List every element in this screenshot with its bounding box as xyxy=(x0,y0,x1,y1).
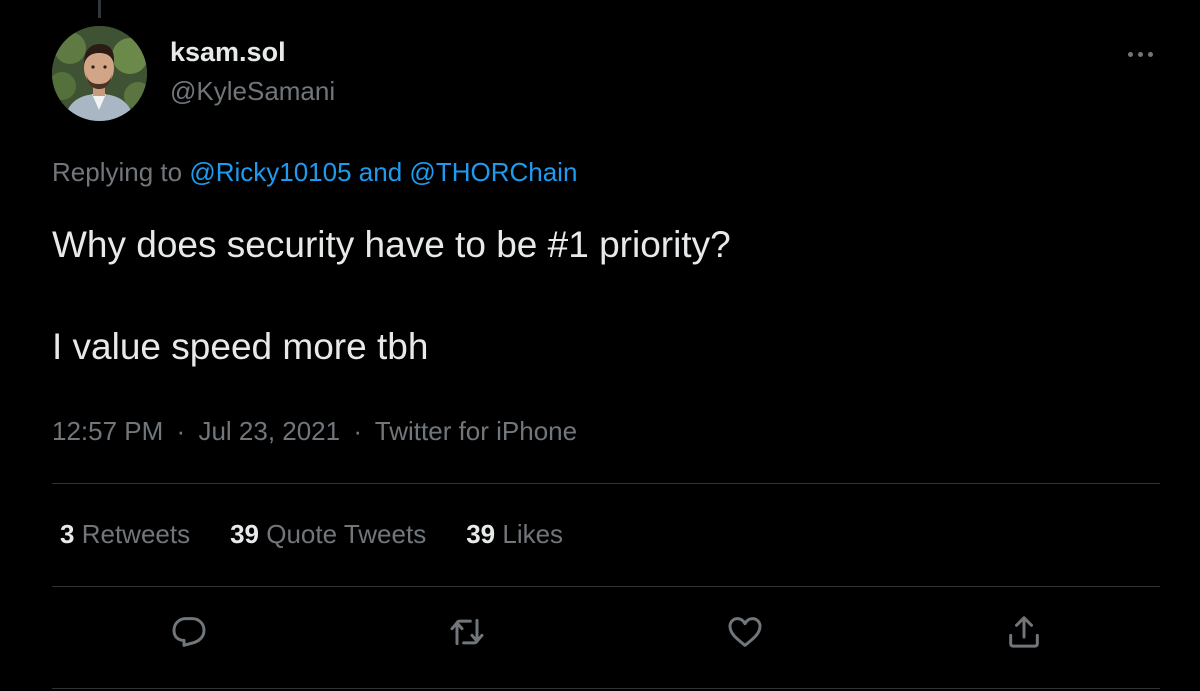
tweet-date[interactable]: Jul 23, 2021 xyxy=(198,416,340,446)
display-name[interactable]: ksam.sol xyxy=(170,36,335,68)
tweet-meta: 12:57 PM · Jul 23, 2021 · Twitter for iP… xyxy=(52,415,577,447)
tweet-actions xyxy=(52,608,1160,656)
tweet-text: Why does security have to be #1 priority… xyxy=(52,222,1152,370)
retweet-icon xyxy=(450,618,484,646)
retweets-count: 3 xyxy=(60,519,75,549)
more-options-button[interactable] xyxy=(1120,44,1160,64)
tweet-paragraph: Why does security have to be #1 priority… xyxy=(52,224,731,265)
avatar[interactable] xyxy=(52,26,147,121)
profile-photo-icon xyxy=(52,26,147,121)
reply-icon xyxy=(172,617,206,647)
user-names: ksam.sol @KyleSamani xyxy=(170,36,335,108)
retweets-label: Retweets xyxy=(81,519,191,549)
tweet-time[interactable]: 12:57 PM xyxy=(52,416,163,446)
tweet-header: ksam.sol @KyleSamani xyxy=(52,26,1160,126)
mention-link[interactable]: @Ricky10105 xyxy=(189,157,351,187)
quote-tweets-count: 39 xyxy=(230,519,260,549)
tweet-stats: 3 Retweets 39 Quote Tweets 39 Likes xyxy=(60,518,603,550)
replying-conjunction: and xyxy=(358,157,403,187)
reply-button[interactable] xyxy=(165,608,213,656)
user-handle[interactable]: @KyleSamani xyxy=(170,74,335,108)
divider xyxy=(52,688,1160,689)
thread-connector-line xyxy=(98,0,101,18)
divider xyxy=(52,483,1160,484)
quote-tweets-label: Quote Tweets xyxy=(266,519,427,549)
likes-stat[interactable]: 39 Likes xyxy=(466,518,563,550)
quote-tweets-stat[interactable]: 39 Quote Tweets xyxy=(230,518,426,550)
meta-separator: · xyxy=(353,416,363,446)
replying-prefix: Replying to xyxy=(52,157,183,187)
tweet-paragraph: I value speed more tbh xyxy=(52,326,429,367)
share-button[interactable] xyxy=(1000,608,1048,656)
more-dot-icon xyxy=(1127,51,1133,57)
heart-icon xyxy=(728,617,762,647)
meta-separator: · xyxy=(176,416,186,446)
tweet-source[interactable]: Twitter for iPhone xyxy=(375,416,577,446)
replying-to: Replying to @Ricky10105 and @THORChain xyxy=(52,156,577,188)
likes-count: 39 xyxy=(466,519,496,549)
like-button[interactable] xyxy=(721,608,769,656)
divider xyxy=(52,586,1160,587)
likes-label: Likes xyxy=(502,519,564,549)
share-icon xyxy=(1009,616,1039,648)
retweet-button[interactable] xyxy=(443,608,491,656)
mention-link[interactable]: @THORChain xyxy=(409,157,577,187)
retweets-stat[interactable]: 3 Retweets xyxy=(60,518,190,550)
more-dot-icon xyxy=(1147,51,1153,57)
more-dot-icon xyxy=(1137,51,1143,57)
